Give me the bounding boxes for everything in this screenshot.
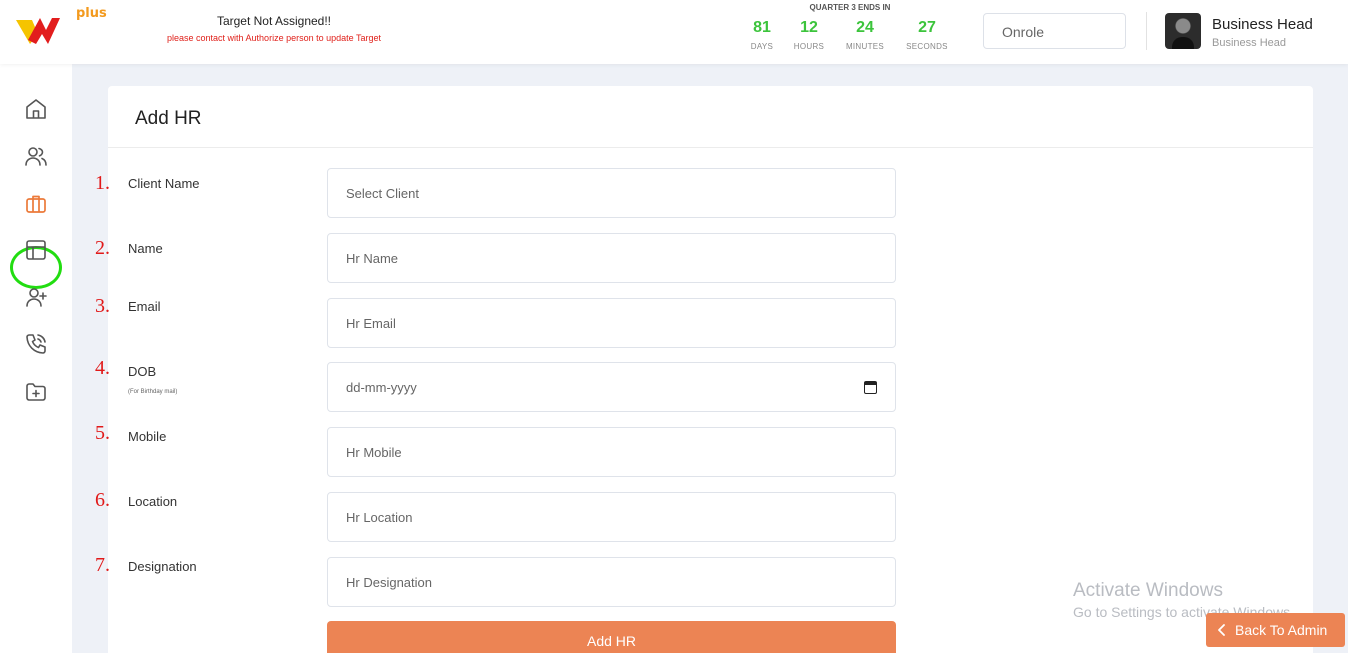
app-logo[interactable]: plus [14, 4, 107, 46]
dob-date-input[interactable]: dd-mm-yyyy [327, 362, 896, 412]
hr-designation-input[interactable]: Hr Designation [327, 557, 896, 607]
mobile-label: Mobile [128, 429, 167, 444]
countdown-value: 81 [753, 19, 771, 36]
countdown-label: DAYS [750, 42, 774, 51]
page-title: Add HR [108, 86, 1313, 148]
back-to-admin-label: Back To Admin [1235, 622, 1328, 638]
countdown-value: 24 [856, 19, 874, 36]
target-notice: Target Not Assigned!! please contact wit… [150, 14, 398, 43]
briefcase-icon[interactable] [24, 192, 48, 216]
hr-email-placeholder: Hr Email [346, 315, 396, 331]
client-name-label: Client Name [128, 176, 200, 191]
countdown-minutes: 24 MINUTES [840, 19, 890, 51]
email-label: Email [128, 299, 161, 314]
layout-icon[interactable] [24, 238, 48, 262]
top-header: plus Target Not Assigned!! please contac… [0, 0, 1348, 64]
avatar[interactable] [1165, 13, 1201, 49]
hr-mobile-placeholder: Hr Mobile [346, 444, 402, 460]
users-icon[interactable] [24, 144, 48, 168]
chevron-left-icon [1218, 624, 1225, 636]
dob-label: DOB [128, 364, 157, 379]
target-title: Target Not Assigned!! [216, 14, 332, 28]
dob-placeholder: dd-mm-yyyy [346, 379, 417, 395]
hr-name-input[interactable]: Hr Name [327, 233, 896, 283]
dob-sublabel: (For Birthday mail) [128, 389, 178, 395]
home-icon[interactable] [24, 97, 48, 121]
name-label: Name [128, 241, 163, 256]
annotation-number: 1. [95, 172, 110, 194]
designation-label: Designation [128, 559, 197, 574]
target-subtitle: please contact with Authorize person to … [167, 33, 381, 43]
user-plus-icon[interactable] [24, 285, 48, 309]
watermark-title: Activate Windows [1073, 580, 1223, 601]
countdown-value: 27 [918, 19, 936, 36]
client-select[interactable]: Select Client [327, 168, 896, 218]
hr-email-input[interactable]: Hr Email [327, 298, 896, 348]
annotation-number: 3. [95, 295, 110, 317]
user-role: Business Head [1212, 37, 1286, 49]
phone-icon[interactable] [24, 332, 48, 356]
location-label: Location [128, 494, 178, 509]
folder-plus-icon[interactable] [24, 380, 48, 404]
annotation-number: 4. [95, 357, 110, 379]
logo-plus-text: plus [76, 6, 107, 21]
countdown-label: SECONDS [906, 42, 948, 51]
countdown-seconds: 27 SECONDS [902, 19, 952, 51]
countdown-value: 12 [800, 19, 818, 36]
hr-name-placeholder: Hr Name [346, 250, 399, 266]
hr-location-input[interactable]: Hr Location [327, 492, 896, 542]
countdown-days: 81 DAYS [737, 19, 787, 51]
add-hr-button[interactable]: Add HR [327, 621, 896, 653]
header-divider [1146, 12, 1147, 50]
quarter-title: QUARTER 3 ENDS IN [809, 3, 891, 12]
annotation-number: 7. [95, 554, 110, 576]
hr-mobile-input[interactable]: Hr Mobile [327, 427, 896, 477]
user-name[interactable]: Business Head [1212, 16, 1313, 33]
client-select-placeholder: Select Client [346, 185, 419, 201]
countdown-label: MINUTES [845, 42, 885, 51]
countdown-label: HOURS [793, 42, 825, 51]
annotation-number: 6. [95, 489, 110, 511]
annotation-number: 5. [95, 422, 110, 444]
annotation-number: 2. [95, 237, 110, 259]
countdown-hours: 12 HOURS [784, 19, 834, 51]
sidebar [0, 64, 72, 653]
role-select[interactable]: Onrole [983, 13, 1126, 49]
back-to-admin-button[interactable]: Back To Admin [1206, 613, 1345, 647]
hr-location-placeholder: Hr Location [346, 509, 413, 525]
calendar-icon[interactable] [864, 380, 877, 394]
hr-designation-placeholder: Hr Designation [346, 574, 432, 590]
